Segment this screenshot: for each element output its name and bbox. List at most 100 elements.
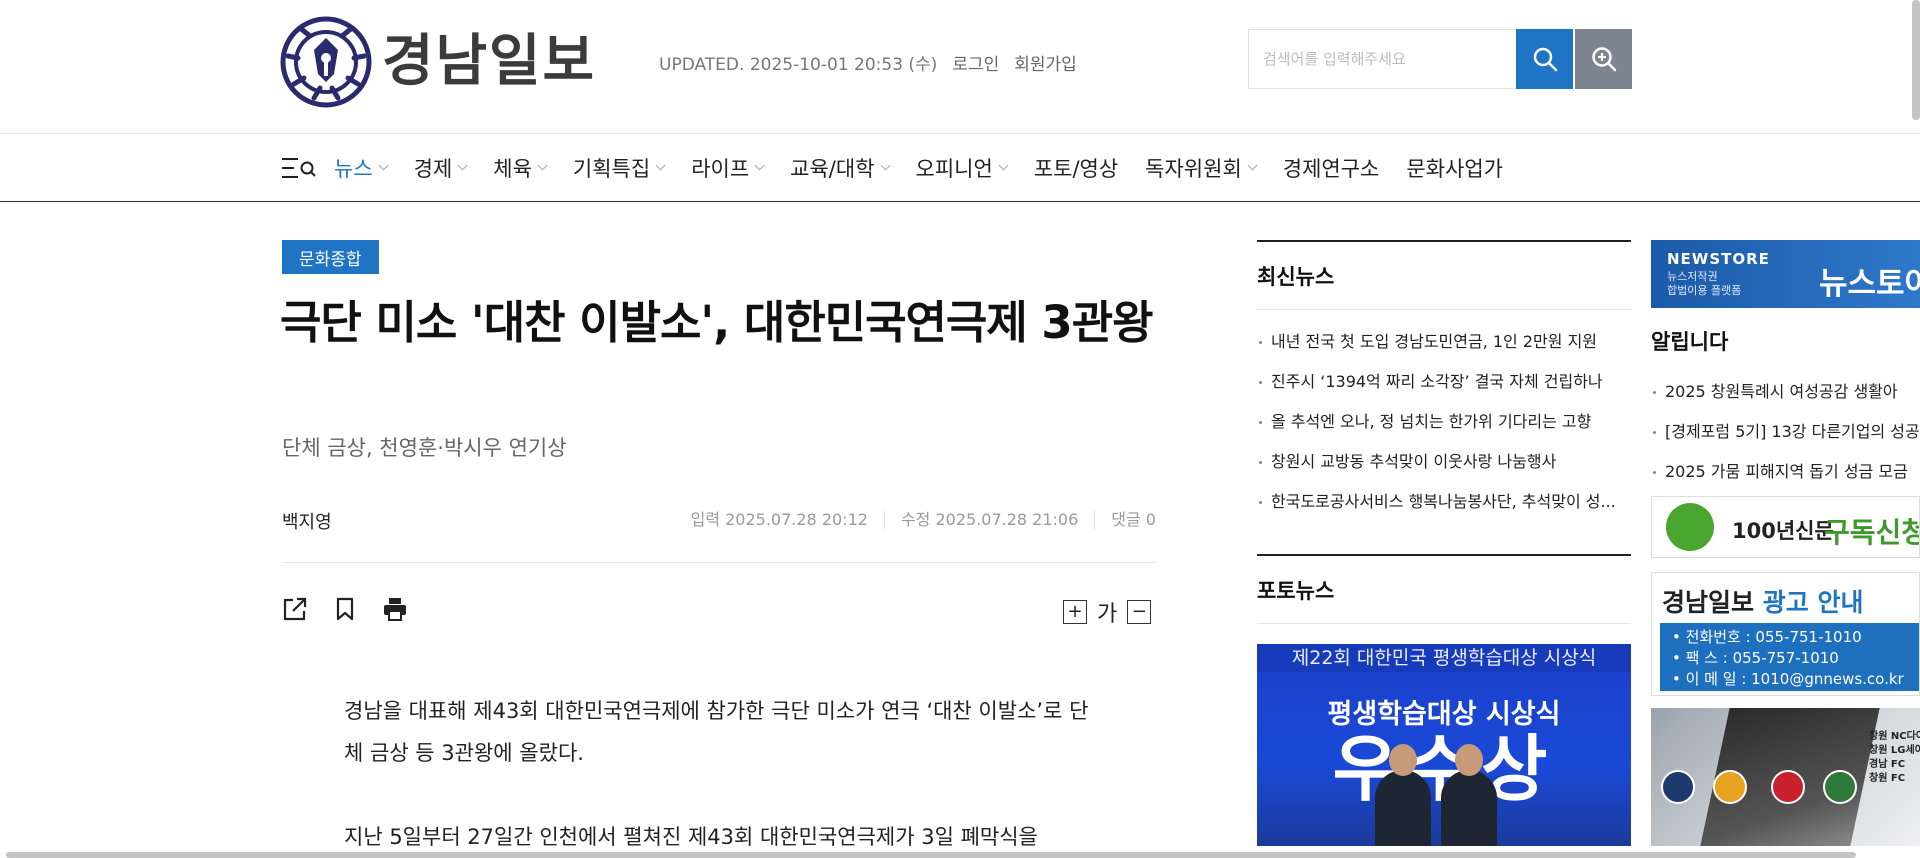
print-icon[interactable] (382, 596, 408, 622)
person-figure (1375, 744, 1431, 846)
font-decrease-button[interactable]: − (1127, 600, 1152, 624)
article-paragraph: 경남을 대표해 제43회 대한민국연극제에 참가한 극단 미소가 연극 ‘대찬 … (344, 699, 1089, 765)
search-box (1248, 29, 1516, 89)
photo-caption-top: 제22회 대한민국 평생학습대상 시상식 (1257, 644, 1631, 672)
subscription-banner[interactable]: 100년신문 구독신청 (1651, 496, 1920, 558)
nav-item-culture-business[interactable]: 문화사업가 (1406, 153, 1503, 183)
newstore-banner[interactable]: NEWSTORE 뉴스저작권 합법이용 플랫폼 뉴스토어 (1651, 240, 1920, 308)
nav-label: 경제연구소 (1282, 157, 1380, 181)
zoom-plus-icon (1591, 47, 1616, 72)
article-dates: 입력 2025.07.28 20:12 수정 2025.07.28 21:06 … (691, 511, 1156, 529)
chevron-down-icon (378, 160, 389, 171)
list-item[interactable]: 진주시 ‘1394억 짜리 소각장’ 결국 자체 건립하나 (1257, 362, 1631, 402)
newstore-sub-line: 합법이용 플랫폼 (1667, 284, 1742, 297)
chevron-down-icon (998, 160, 1009, 171)
advertising-info-banner[interactable]: 경남일보 광고 안내 • 전화번호 : 055-751-1010 • 팩 스 :… (1651, 572, 1920, 696)
nav-item-education[interactable]: 교육/대학 (790, 153, 890, 183)
nav-label: 라이프 (691, 157, 750, 181)
newstore-sub-line: 뉴스저작권 (1667, 270, 1718, 283)
category-badge[interactable]: 문화종합 (282, 240, 379, 274)
font-size-label: 가 (1097, 602, 1118, 627)
nav-label: 기획특집 (572, 157, 651, 181)
latest-news-heading[interactable]: 최신뉴스 (1257, 240, 1631, 310)
list-item[interactable]: 올 추석엔 오나, 정 넘치는 한가위 기다리는 고향 (1257, 402, 1631, 442)
site-logo[interactable]: 경남일보 (280, 16, 596, 108)
nav-label: 독자위원회 (1145, 157, 1242, 181)
contact-email: • 이 메 일 : 1010@gnnews.co.kr (1672, 670, 1904, 688)
chevron-down-icon (754, 160, 765, 171)
contact-phone: • 전화번호 : 055-751-1010 (1672, 628, 1862, 646)
nav-item-opinion[interactable]: 오피니언 (915, 153, 1009, 183)
list-item[interactable]: 창원시 교방동 추석맞이 이웃사랑 나눔행사 (1257, 442, 1631, 482)
latest-news-section: 최신뉴스 내년 전국 첫 도입 경남도민연금, 1인 2만원 지원 진주시 ‘1… (1257, 240, 1631, 522)
advertising-title-b: 광고 안내 (1762, 588, 1864, 617)
nav-item-life[interactable]: 라이프 (691, 153, 765, 183)
updated-timestamp: UPDATED. 2025-10-01 20:53 (수) (659, 55, 938, 75)
list-item[interactable]: [경제포럼 5기] 13강 다른기업의 성공 (1651, 412, 1920, 452)
person-figure (1441, 744, 1497, 846)
vertical-scrollbar[interactable] (1912, 0, 1920, 120)
team-emblem-icon (1713, 770, 1747, 804)
font-size-tools: + 가 − (1063, 596, 1152, 628)
signup-link[interactable]: 회원가입 (1014, 50, 1077, 75)
photo-news-section: 포토뉴스 제22회 대한민국 평생학습대상 시상식 평생학습대상 시상식 우수상 (1257, 554, 1631, 846)
menu-search-icon[interactable] (282, 157, 318, 179)
newstore-brand: NEWSTORE (1667, 250, 1770, 268)
nav-label: 오피니언 (915, 157, 993, 181)
detail-search-button[interactable] (1575, 29, 1632, 89)
input-date: 입력 2025.07.28 20:12 (690, 510, 868, 529)
nav-label: 뉴스 (334, 157, 373, 181)
team-name: 창원 LG세이커스 (1869, 745, 1920, 756)
search-input[interactable] (1249, 30, 1516, 88)
bookmark-icon[interactable] (332, 596, 358, 622)
team-name: 창원 FC (1869, 773, 1906, 784)
list-item[interactable]: 한국도로공사서비스 행복나눔봉사단, 추석맞이 성... (1257, 482, 1631, 522)
notice-heading: 알립니다 (1651, 330, 1729, 354)
share-icon[interactable] (282, 596, 308, 622)
century-label: 100년신문 (1732, 519, 1834, 543)
comment-count[interactable]: 댓글 0 (1094, 511, 1156, 529)
login-link[interactable]: 로그인 (952, 50, 999, 75)
logo-text: 경남일보 (382, 29, 597, 94)
nav-item-sports[interactable]: 체육 (493, 153, 548, 183)
main-nav: 뉴스 경제 체육 기획특집 라이프 교육/대학 오피니언 포토/영상 독자위원회… (0, 134, 1920, 202)
nav-items: 뉴스 경제 체육 기획특집 라이프 교육/대학 오피니언 포토/영상 독자위원회… (334, 134, 1530, 202)
font-increase-button[interactable]: + (1063, 600, 1087, 624)
nav-item-special[interactable]: 기획특집 (572, 153, 666, 183)
search-icon (1533, 47, 1557, 72)
chevron-down-icon (880, 160, 890, 171)
modified-date: 수정 2025.07.28 21:06 (883, 511, 1094, 529)
search-button[interactable] (1516, 29, 1573, 89)
nav-label: 교육/대학 (790, 157, 875, 181)
newstore-title: 뉴스토어 (1819, 266, 1920, 302)
newspaper-icon (1666, 503, 1714, 551)
advertising-title-a: 경남일보 (1662, 588, 1755, 617)
top-meta: UPDATED. 2025-10-01 20:53 (수) 로그인 회원가입 (659, 50, 1077, 75)
sports-teams: 창원 NC다이노스 창원 LG세이커스 경남 FC 창원 FC (1869, 730, 1920, 786)
horizontal-scrollbar[interactable] (6, 852, 1856, 858)
advertising-contacts: • 전화번호 : 055-751-1010 • 팩 스 : 055-757-10… (1660, 623, 1919, 691)
nav-item-news[interactable]: 뉴스 (334, 153, 389, 183)
sports-banner[interactable]: 창원 NC다이노스 창원 LG세이커스 경남 FC 창원 FC (1651, 708, 1920, 846)
article-subtitle: 단체 금상, 천영훈·박시우 연기상 (282, 436, 567, 460)
article-title: 극단 미소 '대찬 이발소', 대한민국연극제 3관왕 (280, 296, 1154, 349)
nav-item-economic-institute[interactable]: 경제연구소 (1283, 153, 1380, 183)
divider (282, 562, 1156, 563)
list-item[interactable]: 내년 전국 첫 도입 경남도민연금, 1인 2만원 지원 (1257, 322, 1631, 362)
list-item[interactable]: 2025 창원특례시 여성공감 생활아 (1651, 372, 1920, 412)
site-header: 경남일보 UPDATED. 2025-10-01 20:53 (수) 로그인 회… (0, 0, 1920, 134)
nav-item-economy[interactable]: 경제 (414, 153, 468, 183)
team-name: 경남 FC (1869, 759, 1906, 770)
advertising-title: 경남일보 광고 안내 (1662, 583, 1863, 619)
list-item[interactable]: 2025 가뭄 피해지역 돕기 성금 모금 (1651, 452, 1920, 492)
nav-item-photo-video[interactable]: 포토/영상 (1034, 153, 1118, 183)
photo-news-image[interactable]: 제22회 대한민국 평생학습대상 시상식 평생학습대상 시상식 우수상 (1257, 644, 1631, 846)
notice-list: 2025 창원특례시 여성공감 생활아 [경제포럼 5기] 13강 다른기업의 … (1651, 372, 1920, 492)
article-tools (282, 596, 408, 622)
photo-news-heading[interactable]: 포토뉴스 (1257, 554, 1631, 624)
nav-item-readers-committee[interactable]: 독자위원회 (1145, 153, 1258, 183)
contact-fax: • 팩 스 : 055-757-1010 (1672, 649, 1839, 667)
chevron-down-icon (457, 160, 468, 171)
subscribe-label: 구독신청 (1824, 516, 1920, 549)
author-name[interactable]: 백지영 (282, 508, 332, 534)
